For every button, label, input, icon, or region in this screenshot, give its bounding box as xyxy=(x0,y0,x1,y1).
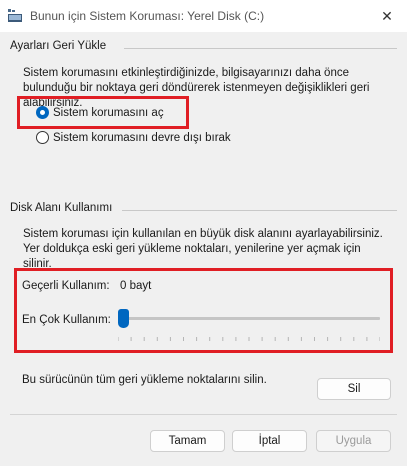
close-icon: ✕ xyxy=(381,7,393,24)
delete-button[interactable]: Sil xyxy=(317,378,391,400)
title-bar: Bunun için Sistem Koruması: Yerel Disk (… xyxy=(0,0,407,32)
highlight-box-enable xyxy=(17,96,189,129)
delete-points-text: Bu sürücünün tüm geri yükleme noktaların… xyxy=(22,374,267,386)
restore-group-divider xyxy=(124,48,397,49)
radio-unchecked-icon xyxy=(36,131,49,144)
system-protection-dialog: Bunun için Sistem Koruması: Yerel Disk (… xyxy=(0,0,407,466)
close-button[interactable]: ✕ xyxy=(367,0,407,32)
disk-usage-title: Disk Alanı Kullanımı xyxy=(10,202,113,214)
disk-group-divider xyxy=(122,210,397,211)
apply-button: Uygula xyxy=(316,430,391,452)
footer-separator xyxy=(10,414,397,415)
radio-disable-label: Sistem korumasını devre dışı bırak xyxy=(53,131,231,144)
disk-description: Sistem koruması için kullanılan en büyük… xyxy=(23,228,383,270)
system-protection-icon xyxy=(8,9,22,22)
highlight-box-usage xyxy=(14,268,393,353)
ok-button[interactable]: Tamam xyxy=(150,430,225,452)
restore-settings-title: Ayarları Geri Yükle xyxy=(10,40,107,52)
radio-disable-protection[interactable]: Sistem korumasını devre dışı bırak xyxy=(36,131,231,144)
window-title: Bunun için Sistem Koruması: Yerel Disk (… xyxy=(30,9,265,23)
cancel-button[interactable]: İptal xyxy=(232,430,307,452)
